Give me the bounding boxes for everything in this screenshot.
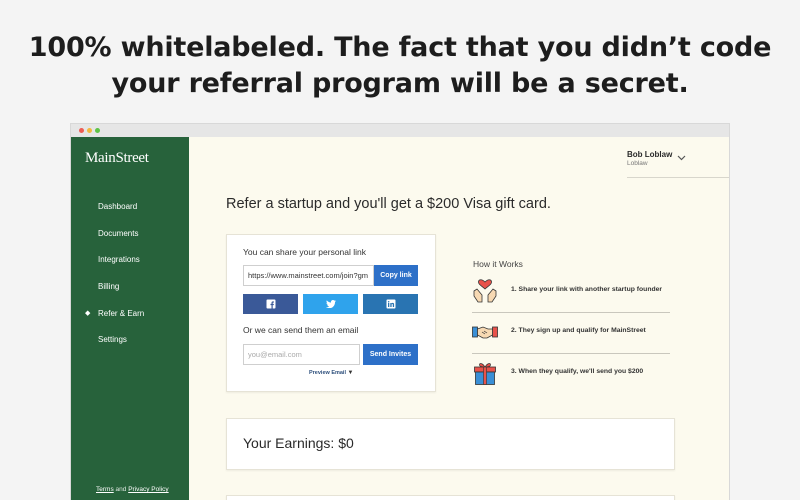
share-linkedin-button[interactable] (363, 294, 418, 314)
sidebar-item-label: Settings (98, 335, 127, 345)
sidebar-item-label: Integrations (98, 255, 140, 265)
legal-and-text: and (115, 486, 127, 493)
terms-link[interactable]: Terms (96, 486, 114, 493)
active-marker-icon: ◆ (85, 309, 91, 317)
send-invites-button[interactable]: Send Invites (363, 344, 418, 365)
copy-link-button[interactable]: Copy link (374, 265, 418, 286)
how-step-3-text: 3. When they qualify, we'll send you $20… (511, 368, 644, 375)
how-step-1: 1. Share your link with another startup … (472, 273, 670, 313)
sidebar: MainStreet Dashboard Documents Integrati… (71, 137, 189, 500)
handshake-icon (472, 319, 498, 345)
share-card: You can share your personal link https:/… (226, 234, 436, 392)
step-divider (472, 312, 670, 313)
next-card (226, 495, 675, 500)
how-it-works-title: How it Works (473, 259, 523, 269)
privacy-policy-link[interactable]: Privacy Policy (128, 486, 168, 493)
minimize-window-dot[interactable] (87, 128, 92, 133)
email-invite-label: Or we can send them an email (243, 325, 359, 335)
sidebar-item-label: Refer & Earn (98, 308, 145, 318)
step-divider (472, 353, 670, 354)
sidebar-item-label: Dashboard (98, 202, 138, 211)
sidebar-item-label: Documents (98, 228, 139, 238)
sidebar-item-billing[interactable]: Billing (71, 282, 189, 309)
user-company: Loblaw (627, 160, 648, 167)
user-name: Bob Loblaw (627, 150, 673, 159)
how-step-3: 3. When they qualify, we'll send you $20… (472, 355, 670, 395)
sidebar-item-documents[interactable]: Documents (71, 229, 189, 256)
header-divider (627, 177, 729, 178)
maximize-window-dot[interactable] (95, 128, 100, 133)
how-step-2-text: 2. They sign up and qualify for MainStre… (511, 327, 646, 334)
how-step-1-text: 1. Share your link with another startup … (511, 286, 663, 293)
earnings-total: Your Earnings: $0 (243, 435, 354, 451)
headline-line-1: 100% whitelabeled. The fact that you did… (28, 32, 772, 63)
window-titlebar (71, 124, 729, 137)
sidebar-item-label: Billing (98, 282, 120, 292)
caret-down-icon: ▼ (347, 370, 354, 376)
close-window-dot[interactable] (79, 128, 84, 133)
heart-hands-icon (472, 278, 498, 304)
user-menu[interactable]: Bob Loblaw Loblaw (627, 150, 672, 167)
sidebar-nav: Dashboard Documents Integrations Billing… (71, 202, 189, 362)
page-title: Refer a startup and you'll get a $200 Vi… (226, 196, 551, 212)
sidebar-item-refer-earn[interactable]: ◆ Refer & Earn (71, 309, 189, 336)
referral-link-field[interactable]: https://www.mainstreet.com/join?gm (243, 265, 374, 286)
preview-email-toggle[interactable]: Preview Email ▼ (309, 370, 353, 376)
share-facebook-button[interactable] (243, 294, 298, 314)
share-link-label: You can share your personal link (243, 247, 367, 257)
chevron-down-icon[interactable] (677, 153, 686, 163)
sidebar-item-integrations[interactable]: Integrations (71, 255, 189, 282)
main-content: Bob Loblaw Loblaw Refer a startup and yo… (189, 137, 729, 500)
gift-icon (472, 360, 498, 386)
how-step-2: 2. They sign up and qualify for MainStre… (472, 314, 670, 354)
sidebar-item-settings[interactable]: Settings (71, 335, 189, 362)
headline-line-2: your referral program will be a secret. (111, 68, 689, 99)
preview-email-label: Preview Email (309, 370, 346, 376)
sidebar-item-dashboard[interactable]: Dashboard (71, 202, 189, 229)
marketing-headline: 100% whitelabeled. The fact that you did… (0, 30, 800, 102)
legal-footer: Terms and Privacy Policy (96, 486, 169, 493)
share-twitter-button[interactable] (303, 294, 358, 314)
browser-window: MainStreet Dashboard Documents Integrati… (70, 123, 730, 500)
earnings-card: Your Earnings: $0 (226, 418, 675, 470)
brand-logo[interactable]: MainStreet (85, 150, 149, 167)
email-input[interactable]: you@email.com (243, 344, 360, 365)
